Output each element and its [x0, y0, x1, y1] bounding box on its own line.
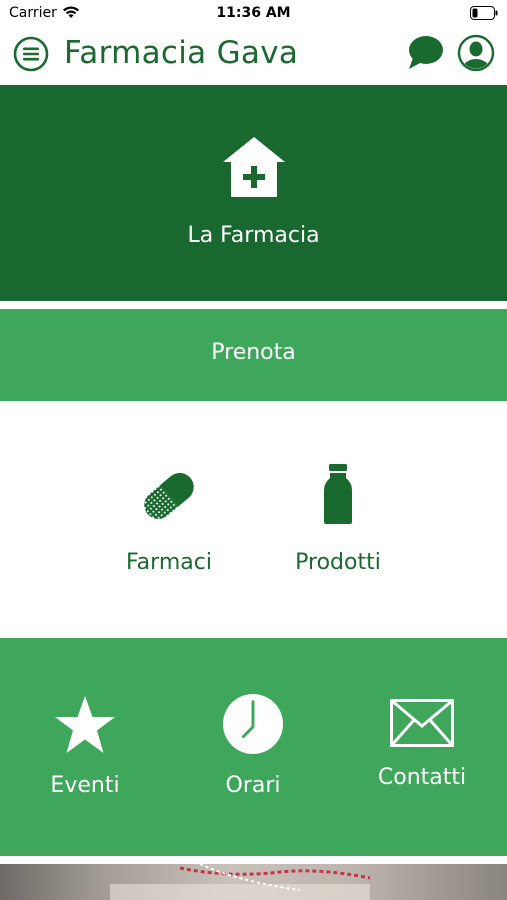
star-icon [55, 696, 115, 753]
tile-contatti[interactable]: Contatti [342, 699, 502, 790]
tile-prodotti[interactable]: Prodotti [253, 464, 423, 575]
tile-bottom-row: Eventi Orari Contatti [0, 638, 507, 856]
tile-prenota-label: Prenota [211, 340, 296, 365]
tile-middle-row: Farmaci Prodotti [0, 401, 507, 638]
promo-image[interactable] [0, 864, 507, 900]
mail-icon [390, 699, 454, 747]
menu-icon[interactable] [13, 36, 49, 72]
tile-contatti-label: Contatti [377, 765, 467, 790]
app-title: Farmacia Gava [64, 35, 299, 71]
tile-la-farmacia[interactable]: La Farmacia [0, 85, 507, 301]
battery-icon [470, 6, 498, 20]
tile-farmaci[interactable]: Farmaci [84, 464, 254, 575]
clock-icon [222, 693, 284, 755]
tile-orari[interactable]: Orari [173, 693, 333, 798]
bottle-icon [324, 464, 352, 524]
status-bar: Carrier 11:36 AM [0, 0, 507, 28]
ribbon-decoration [110, 864, 371, 900]
clock-time: 11:36 AM [216, 5, 291, 21]
tile-la-farmacia-label: La Farmacia [187, 223, 320, 248]
tile-eventi-label: Eventi [50, 773, 120, 798]
tile-orari-label: Orari [225, 773, 281, 798]
tile-prodotti-label: Prodotti [295, 550, 381, 575]
profile-icon[interactable] [457, 34, 495, 72]
tile-prenota[interactable]: Prenota [0, 309, 507, 401]
chat-icon[interactable] [407, 34, 445, 72]
app-header: Farmacia Gava [0, 28, 507, 84]
pill-icon [144, 473, 194, 519]
tile-farmaci-label: Farmaci [126, 550, 212, 575]
tile-eventi[interactable]: Eventi [5, 695, 165, 798]
home-plus-icon [223, 137, 285, 197]
